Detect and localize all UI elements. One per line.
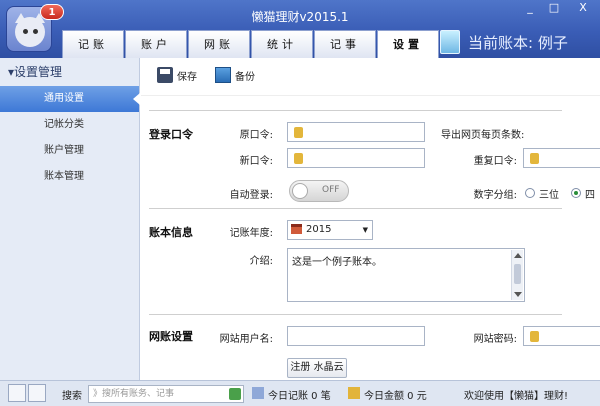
save-icon <box>157 67 173 83</box>
search-label: 搜索 <box>62 391 82 402</box>
auto-login-toggle[interactable]: OFF <box>289 180 349 202</box>
tab-statistics[interactable]: 统计 <box>251 30 313 58</box>
sidebar-item-accounts[interactable]: 账户管理 <box>0 138 139 164</box>
status-bar: 搜索 》搜所有账务、记事 今日记账 0 笔 今日金额 0 元 欢迎使用【懒猫】理… <box>0 380 600 406</box>
tab-accounts[interactable]: 账户 <box>125 30 187 58</box>
tab-notes[interactable]: 记事 <box>314 30 376 58</box>
intro-text: 这是一个例子账本。 <box>292 257 382 268</box>
username-label: 网站用户名: <box>219 334 273 345</box>
intro-textarea[interactable]: 这是一个例子账本。 <box>287 248 525 302</box>
backup-button[interactable]: 备份 <box>215 67 255 83</box>
sidebar-header[interactable]: ▾设置管理 <box>0 58 139 86</box>
record-icon <box>252 387 264 399</box>
tab-settings[interactable]: 设置 <box>377 30 439 58</box>
web-password-label: 网站密码: <box>473 334 517 345</box>
lock-icon[interactable] <box>28 384 46 402</box>
current-account-label: 当前账本: 例子 <box>468 34 568 52</box>
backup-icon <box>215 67 231 83</box>
toolbar: 保存 备份 <box>141 58 600 96</box>
key-icon <box>294 127 303 138</box>
year-select[interactable]: 2015 ▼ <box>287 220 373 240</box>
sidebar-item-books[interactable]: 账本管理 <box>0 164 139 190</box>
login-section-title: 登录口令 <box>149 128 193 141</box>
save-label: 保存 <box>177 71 197 83</box>
sidebar-item-general[interactable]: 通用设置 <box>0 86 140 112</box>
save-button[interactable]: 保存 <box>157 67 197 83</box>
backup-label: 备份 <box>235 71 255 83</box>
book-section-title: 账本信息 <box>149 226 193 239</box>
search-placeholder: 》搜所有账务、记事 <box>93 389 175 399</box>
web-password-field[interactable] <box>523 326 600 346</box>
new-password-label: 新口令: <box>239 156 273 167</box>
username-field[interactable] <box>287 326 425 346</box>
divider <box>149 208 562 209</box>
user-icon[interactable] <box>8 384 26 402</box>
digit-three-label: 三位 <box>539 190 559 201</box>
digit-three-radio[interactable] <box>525 188 535 198</box>
window-title: 懒猫理财v2015.1 <box>251 10 349 24</box>
divider <box>149 110 562 111</box>
today-records: 今日记账 0 笔 <box>268 391 331 402</box>
auto-login-label: 自动登录: <box>229 190 273 201</box>
register-button[interactable]: 注册 水晶云 <box>287 358 347 378</box>
web-section-title: 网账设置 <box>149 330 193 343</box>
intro-label: 介绍: <box>249 256 273 267</box>
tab-record[interactable]: 记账 <box>62 30 124 58</box>
title-bar: 1 懒猫理财v2015.1 _ □ X 记账 账户 网账 统计 记事 设置 当前… <box>0 0 600 58</box>
repeat-password-label: 重复口令: <box>473 156 517 167</box>
search-input[interactable]: 》搜所有账务、记事 <box>88 385 244 403</box>
chevron-down-icon: ▼ <box>362 226 368 234</box>
search-icon[interactable] <box>229 388 241 400</box>
main-tabs: 记账 账户 网账 统计 记事 设置 <box>62 30 440 58</box>
account-book-icon <box>440 30 460 54</box>
calendar-icon <box>291 224 302 234</box>
intro-scrollbar[interactable] <box>511 250 523 300</box>
digit-four-label: 四 <box>585 190 595 201</box>
coin-icon <box>348 387 360 399</box>
new-password-field[interactable] <box>287 148 425 168</box>
sidebar-item-categories[interactable]: 记帐分类 <box>0 112 139 138</box>
maximize-button[interactable]: □ <box>542 0 566 18</box>
repeat-password-field[interactable] <box>523 148 600 168</box>
key-icon <box>530 153 539 164</box>
key-icon <box>294 153 303 164</box>
export-rows-label: 导出网页每页条数: <box>441 130 525 141</box>
digit-four-radio[interactable] <box>571 188 581 198</box>
tab-web-accounts[interactable]: 网账 <box>188 30 250 58</box>
year-label: 记账年度: <box>229 228 273 239</box>
sidebar: ▾设置管理 通用设置 记帐分类 账户管理 账本管理 <box>0 58 140 380</box>
divider <box>149 314 562 315</box>
close-button[interactable]: X <box>566 0 600 18</box>
digit-group-label: 数字分组: <box>473 190 517 201</box>
key-icon <box>530 331 539 342</box>
minimize-button[interactable]: _ <box>518 0 542 18</box>
today-amount: 今日金额 0 元 <box>364 391 427 402</box>
auto-login-state: OFF <box>322 185 340 195</box>
settings-panel: 登录口令 原口令: 新口令: 自动登录: OFF 导出网页每页条数: 重复口令:… <box>141 96 600 380</box>
welcome-text: 欢迎使用【懒猫】理财! <box>464 391 569 402</box>
old-password-label: 原口令: <box>239 130 273 141</box>
year-value: 2015 <box>306 224 332 235</box>
old-password-field[interactable] <box>287 122 425 142</box>
